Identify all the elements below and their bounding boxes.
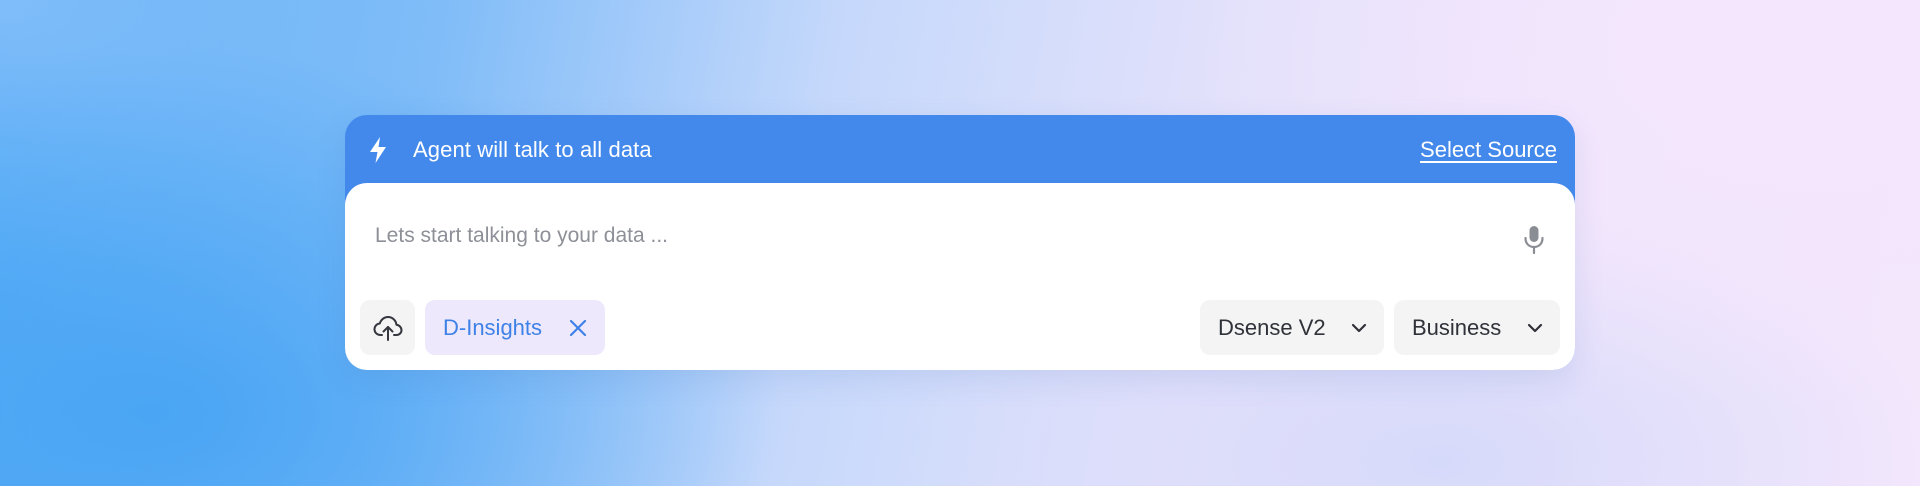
close-icon[interactable] xyxy=(567,317,589,339)
chat-composer-card: Agent will talk to all data Select Sourc… xyxy=(345,115,1575,370)
chevron-down-icon xyxy=(1527,323,1543,333)
select-source-link[interactable]: Select Source xyxy=(1420,137,1557,163)
microphone-icon[interactable] xyxy=(1523,225,1545,255)
upload-button[interactable] xyxy=(360,300,415,355)
chevron-down-icon xyxy=(1351,323,1367,333)
cloud-upload-icon xyxy=(373,315,402,341)
prompt-input[interactable] xyxy=(375,223,1475,249)
mode-select[interactable]: Business xyxy=(1394,300,1560,355)
composer-body: D-Insights Dsense V2 Business xyxy=(345,183,1575,370)
model-select-value: Dsense V2 xyxy=(1218,315,1326,340)
mode-select-value: Business xyxy=(1412,315,1502,340)
bolt-icon xyxy=(370,137,386,163)
d-insights-chip[interactable]: D-Insights xyxy=(425,300,605,355)
banner-text: Agent will talk to all data xyxy=(413,137,652,162)
chip-label: D-Insights xyxy=(443,315,543,340)
source-banner: Agent will talk to all data Select Sourc… xyxy=(345,115,1575,183)
model-select[interactable]: Dsense V2 xyxy=(1200,300,1384,355)
